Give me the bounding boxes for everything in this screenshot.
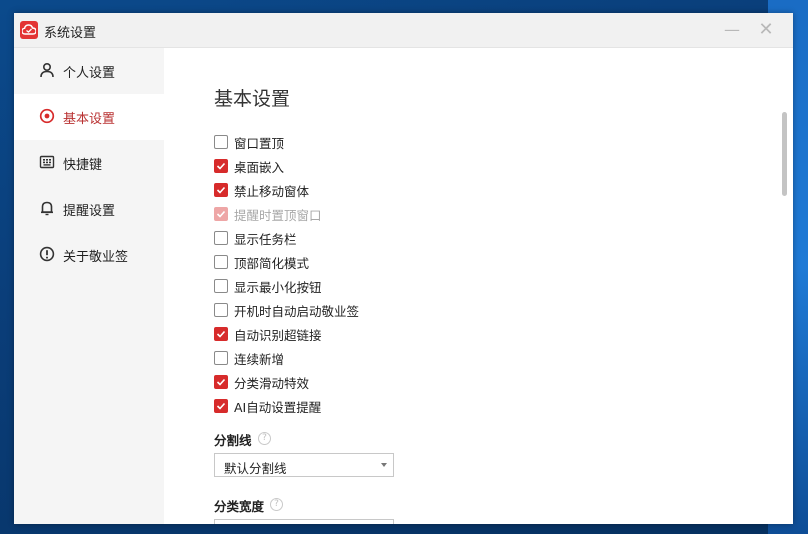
option-checkbox[interactable]: [214, 231, 228, 245]
option-checkbox[interactable]: [214, 327, 228, 341]
scrollbar-thumb[interactable]: [782, 112, 787, 196]
target-icon: [39, 108, 55, 124]
sidebar-item-label: 基本设置: [63, 112, 116, 127]
option-checkbox[interactable]: [214, 255, 228, 269]
sidebar-item-shortcuts[interactable]: 快捷键: [14, 140, 164, 186]
chevron-down-icon: [381, 463, 387, 467]
minimize-button[interactable]: —: [718, 19, 746, 41]
page-title: 基本设置: [214, 88, 291, 110]
divider-label: 分割线: [214, 433, 252, 448]
option-label: 自动识别超链接: [234, 328, 322, 343]
option-label: 分类滑动特效: [234, 376, 310, 391]
option-label: 桌面嵌入: [234, 160, 285, 175]
option-checkbox[interactable]: [214, 207, 228, 221]
category-width-select[interactable]: [214, 519, 394, 524]
option-checkbox[interactable]: [214, 351, 228, 365]
option-label: AI自动设置提醒: [234, 400, 322, 415]
sidebar-item-reminders[interactable]: 提醒设置: [14, 186, 164, 232]
option-label: 开机时自动启动敬业签: [234, 304, 360, 319]
minimize-icon: —: [724, 20, 740, 39]
option-checkbox[interactable]: [214, 303, 228, 317]
option-label: 显示最小化按钮: [234, 280, 322, 295]
category-width-label: 分类宽度: [214, 499, 265, 514]
option-checkbox[interactable]: [214, 183, 228, 197]
option-checkbox[interactable]: [214, 159, 228, 173]
sidebar-item-label: 提醒设置: [63, 204, 116, 219]
bell-icon: [41, 201, 53, 216]
option-checkbox[interactable]: [214, 375, 228, 389]
sidebar-item-basic[interactable]: 基本设置: [14, 94, 164, 140]
sidebar-item-label: 关于敬业签: [63, 250, 129, 265]
option-checkbox[interactable]: [214, 399, 228, 413]
window-title: 系统设置: [44, 26, 97, 41]
info-icon: [39, 246, 55, 262]
divider-select-value: 默认分割线: [224, 461, 287, 476]
title-bar[interactable]: 系统设置 — ✕: [14, 13, 793, 48]
close-button[interactable]: ✕: [752, 19, 780, 41]
app-logo-icon: [20, 21, 38, 39]
option-label: 显示任务栏: [234, 232, 297, 247]
option-checkbox[interactable]: [214, 279, 228, 293]
sidebar-item-about[interactable]: 关于敬业签: [14, 232, 164, 278]
help-icon[interactable]: ?: [270, 498, 283, 511]
sidebar-item-label: 个人设置: [63, 66, 116, 81]
divider-select[interactable]: 默认分割线: [214, 453, 394, 477]
option-label: 顶部简化模式: [234, 256, 310, 271]
user-icon: [40, 62, 54, 78]
main-panel: 基本设置 窗口置顶桌面嵌入禁止移动窗体 提醒时置顶窗口 显示任务栏顶部简化模式 显示最…: [164, 48, 793, 524]
keyboard-icon: [39, 155, 55, 169]
option-label: 提醒时置顶窗口: [234, 208, 322, 223]
option-checkbox[interactable]: [214, 135, 228, 149]
close-icon: ✕: [758, 19, 774, 40]
option-label: 窗口置顶: [234, 136, 285, 151]
help-icon[interactable]: ?: [258, 432, 271, 445]
sidebar-item-label: 快捷键: [63, 158, 103, 173]
option-label: 连续新增: [234, 352, 285, 367]
sidebar: 个人设置 基本设置 快捷键 提醒设置 关于敬业签: [14, 48, 164, 524]
sidebar-item-personal[interactable]: 个人设置: [14, 48, 164, 94]
settings-window: 系统设置 — ✕ 个人设置 基本设置 快捷键 提醒设置 关于敬业签 基本设置 窗…: [14, 13, 793, 524]
option-label: 禁止移动窗体: [234, 184, 310, 199]
